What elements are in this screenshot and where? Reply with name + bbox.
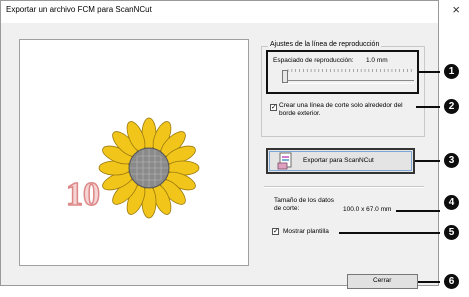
show-template-label: Mostrar plantilla <box>283 228 329 235</box>
playback-settings-label: Ajustes de la línea de reproducción <box>268 41 382 48</box>
design-preview: 10 <box>19 39 249 266</box>
close-button-label: Cerrar <box>373 277 392 284</box>
close-icon[interactable]: × <box>452 2 460 18</box>
spacing-value: 1.0 mm <box>366 57 388 64</box>
number-ten-image: 10 <box>66 176 100 213</box>
callout-marker-5: 5 <box>444 225 459 240</box>
flower-design-image: 10 <box>65 117 200 219</box>
cut-data-size-label: Tamaño de los datos de corte: <box>274 197 334 212</box>
sunflower-image <box>98 117 200 219</box>
cut-line-checkbox[interactable]: ✓ <box>270 104 277 111</box>
marker-2-leader <box>416 106 440 108</box>
marker-1-leader <box>419 71 440 73</box>
callout-marker-4: 4 <box>444 195 459 210</box>
callout-marker-2: 2 <box>444 99 459 114</box>
marker-5-leader <box>339 232 440 234</box>
export-button-label: Exportar para ScanNCut <box>303 157 374 164</box>
marker-6-leader <box>418 281 440 283</box>
scanncut-export-icon <box>277 152 292 170</box>
separator <box>264 186 424 188</box>
show-template-checkbox[interactable]: ✓ <box>272 228 279 235</box>
spacing-label: Espaciado de reproducción: <box>273 57 354 64</box>
callout-marker-6: 6 <box>444 274 459 289</box>
spacing-slider-track[interactable] <box>284 80 414 84</box>
callout-marker-3: 3 <box>444 153 459 168</box>
cut-line-label: Crear una línea de corte solo alrededor … <box>279 102 403 117</box>
slider-ticks <box>287 69 412 72</box>
spacing-slider-thumb[interactable] <box>282 70 288 83</box>
window-title: Exportar un archivo FCM para ScanNCut <box>6 5 152 14</box>
marker-4-leader <box>396 210 440 212</box>
marker-3-leader <box>415 160 440 162</box>
callout-marker-1: 1 <box>444 64 459 79</box>
cut-data-size-value: 100.0 x 67.0 mm <box>343 206 392 213</box>
